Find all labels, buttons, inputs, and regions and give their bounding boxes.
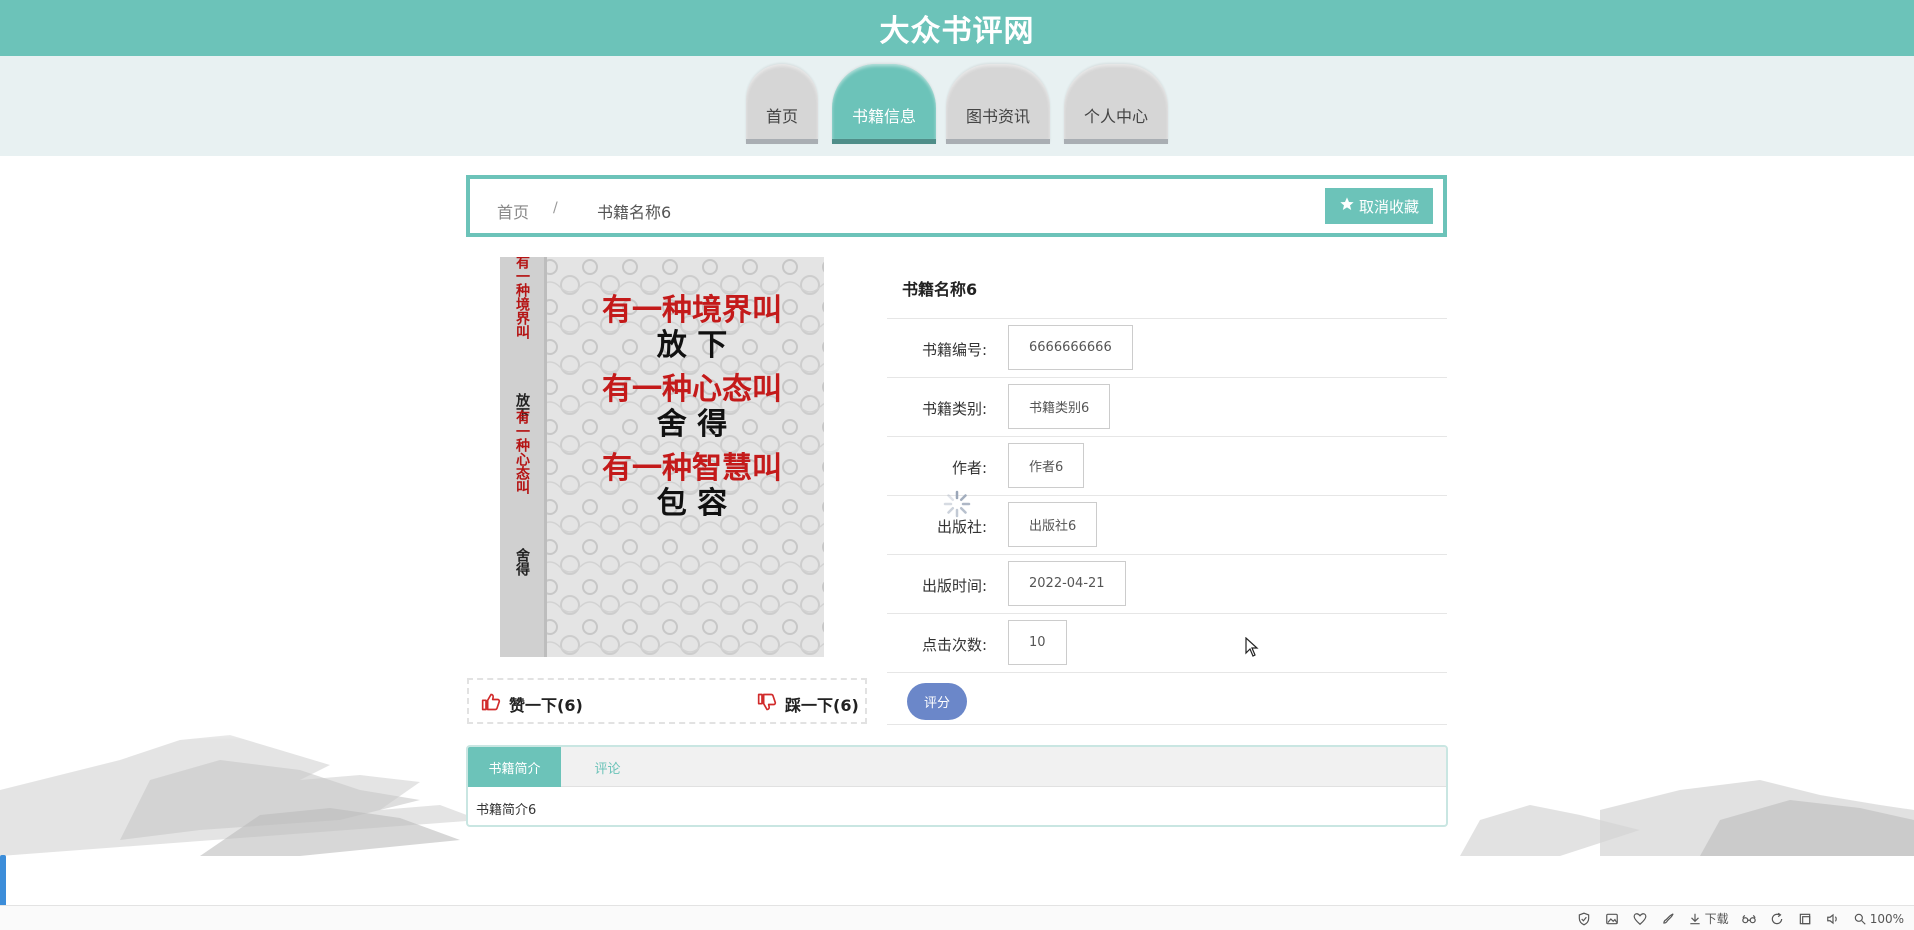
star-icon	[1339, 196, 1355, 216]
breadcrumb: 首页 / 书籍名称6 取消收藏	[466, 175, 1447, 237]
book-cover-image: 有一种境界叫 放下 有一种心态叫 舍得 有一种境界叫 放 下 有一种心态叫 舍 …	[500, 257, 824, 657]
rate-button[interactable]: 评分	[907, 683, 967, 720]
cover-line: 包 容	[656, 485, 728, 521]
rocket-icon[interactable]	[1660, 911, 1676, 927]
detail-row-rating: 评分	[887, 673, 1447, 725]
left-edge-handle[interactable]	[0, 855, 6, 911]
field-label: 书籍编号:	[921, 341, 987, 359]
detail-row-publish-date: 出版时间: 2022-04-21	[887, 555, 1447, 614]
vote-bar: 赞一下(6) 踩一下(6)	[467, 678, 867, 724]
download-button[interactable]: 下载	[1688, 910, 1729, 927]
cover-line: 有一种境界叫	[602, 293, 782, 328]
window-icon[interactable]	[1797, 911, 1813, 927]
refresh-icon[interactable]	[1769, 911, 1785, 927]
image-icon[interactable]	[1604, 911, 1620, 927]
thumbs-up-icon	[481, 692, 501, 716]
download-label: 下载	[1704, 912, 1729, 926]
book-number-value: 6666666666	[1008, 325, 1133, 370]
dislike-button[interactable]: 踩一下(6)	[757, 692, 859, 716]
breadcrumb-current: 书籍名称6	[597, 203, 672, 222]
cover-line: 有一种智慧叫	[602, 450, 782, 486]
tab-comments[interactable]: 评论	[561, 747, 654, 787]
detail-row-number: 书籍编号: 6666666666	[887, 319, 1447, 378]
cover-title-block: 有一种境界叫 放 下 有一种心态叫 舍 得 有一种智慧叫 包 容	[560, 293, 824, 521]
field-label: 作者:	[951, 459, 987, 477]
book-title: 书籍名称6	[887, 257, 1447, 319]
book-tabs-panel: 书籍简介 评论 书籍简介6	[466, 745, 1448, 827]
tab-book-intro[interactable]: 书籍简介	[468, 747, 561, 787]
status-icons: 下载 100%	[1576, 910, 1904, 927]
dislike-label: 踩一下(6)	[785, 696, 859, 715]
zoom-level: 100%	[1869, 911, 1904, 926]
book-author-value: 作者6	[1008, 443, 1085, 488]
book-publisher-value: 出版社6	[1008, 502, 1098, 547]
field-label: 点击次数:	[921, 636, 987, 654]
top-banner: 大众书评网	[0, 0, 1914, 56]
cover-line: 有一种心态叫	[602, 371, 782, 407]
detail-row-clicks: 点击次数: 10	[887, 614, 1447, 673]
shield-icon[interactable]	[1576, 911, 1592, 927]
zoom-control[interactable]: 100%	[1853, 912, 1904, 926]
nav-tab-book-news[interactable]: 图书资讯	[946, 64, 1050, 144]
svg-text:舍得: 舍得	[514, 547, 531, 577]
breadcrumb-home-link[interactable]: 首页	[497, 199, 529, 223]
field-label: 书籍类别:	[921, 400, 987, 418]
book-publish-date-value: 2022-04-21	[1008, 561, 1126, 606]
cover-line: 舍 得	[656, 407, 728, 443]
svg-text:有一种境界叫: 有一种境界叫	[514, 257, 531, 340]
nav-tab-home[interactable]: 首页	[746, 64, 818, 144]
breadcrumb-separator: /	[553, 200, 558, 216]
loading-spinner-icon	[942, 489, 972, 519]
unfavorite-button[interactable]: 取消收藏	[1325, 188, 1433, 224]
nav-tab-book-info[interactable]: 书籍信息	[832, 64, 936, 144]
field-label: 出版社:	[936, 518, 987, 536]
site-title: 大众书评网	[879, 14, 1035, 49]
glasses-icon[interactable]	[1741, 911, 1757, 927]
field-label: 出版时间:	[921, 577, 987, 595]
detail-row-category: 书籍类别: 书籍类别6	[887, 378, 1447, 437]
mouse-cursor-icon	[1245, 636, 1259, 661]
book-intro-text: 书籍简介6	[476, 803, 537, 818]
detail-row-author: 作者: 作者6	[887, 437, 1447, 496]
cover-line: 放 下	[656, 328, 728, 364]
speaker-icon[interactable]	[1825, 911, 1841, 927]
book-clicks-value: 10	[1008, 620, 1067, 665]
nav-tab-personal-center[interactable]: 个人中心	[1064, 64, 1168, 144]
book-category-value: 书籍类别6	[1008, 384, 1111, 429]
unfavorite-label: 取消收藏	[1358, 198, 1419, 216]
svg-text:有一种心态叫: 有一种心态叫	[514, 409, 531, 495]
like-label: 赞一下(6)	[509, 696, 583, 715]
heartbeat-icon[interactable]	[1632, 911, 1648, 927]
tab-header: 书籍简介 评论	[468, 747, 1446, 787]
download-icon	[1690, 913, 1700, 924]
like-button[interactable]: 赞一下(6)	[481, 692, 583, 716]
browser-status-bar: 下载 100%	[0, 905, 1914, 930]
thumbs-down-icon	[757, 692, 777, 716]
zoom-icon	[1854, 913, 1866, 925]
nav-bar: 首页 书籍信息 图书资讯 个人中心	[0, 56, 1914, 156]
